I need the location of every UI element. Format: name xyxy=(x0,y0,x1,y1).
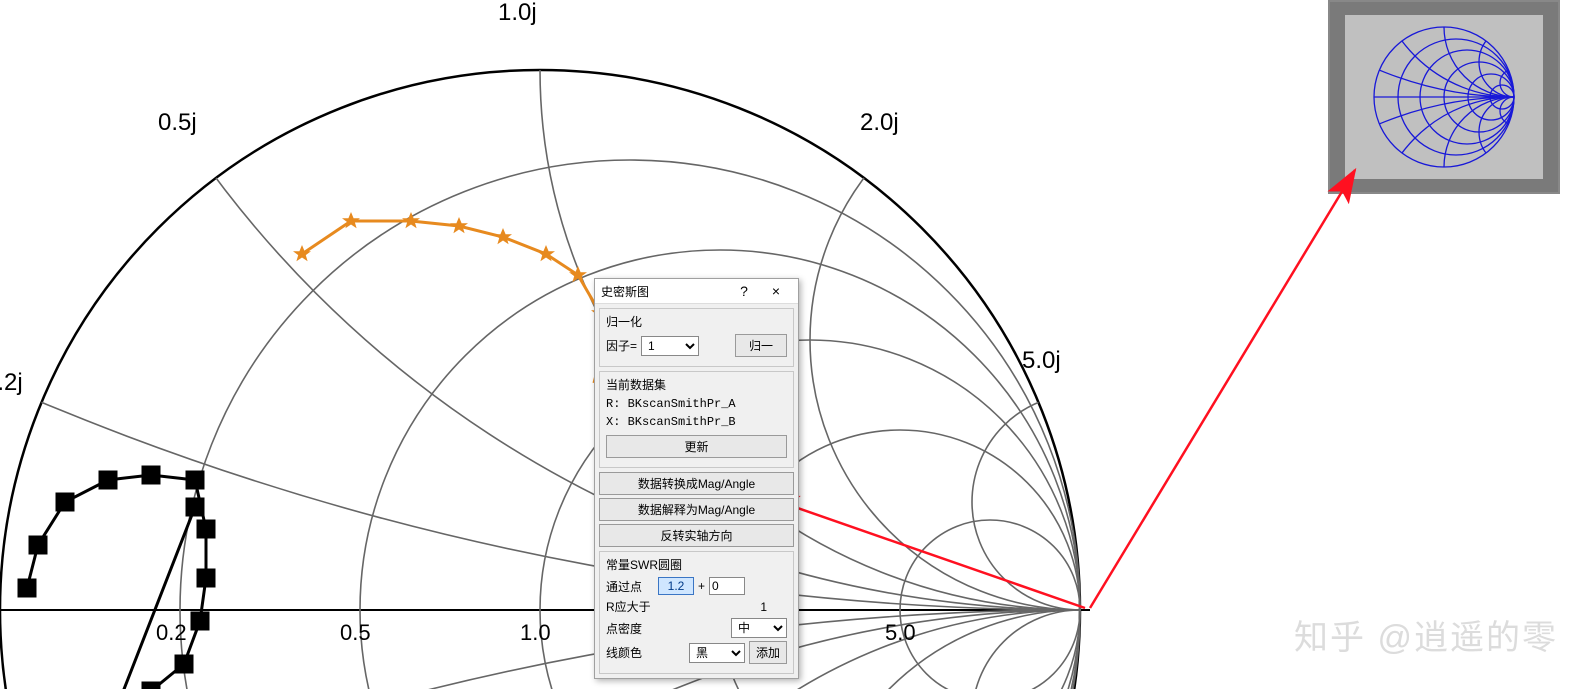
update-button[interactable]: 更新 xyxy=(606,435,787,458)
close-button[interactable]: × xyxy=(760,283,792,299)
label-r50: 5.0 xyxy=(885,620,916,645)
through-point-input-1[interactable] xyxy=(658,577,694,595)
r-greater-label: R应大于 xyxy=(606,598,654,615)
add-button[interactable]: 添加 xyxy=(749,641,787,664)
dialog-title: 史密斯图 xyxy=(601,283,728,300)
label-j50: 5.0j xyxy=(1022,347,1061,374)
smith-thumbnail xyxy=(1345,15,1543,179)
smith-thumbnail-panel[interactable] xyxy=(1328,0,1560,194)
group-normalize-title: 归一化 xyxy=(606,313,787,330)
group-dataset-title: 当前数据集 xyxy=(606,376,787,393)
line-color-select[interactable]: 黑 xyxy=(689,643,745,663)
factor-label: 因子= xyxy=(606,337,637,354)
density-select[interactable]: 中 xyxy=(731,618,787,638)
group-normalize: 归一化 因子= 1 归一 xyxy=(599,308,794,367)
through-point-label: 通过点 xyxy=(606,578,654,595)
convert-magangle-button[interactable]: 数据转换成Mag/Angle xyxy=(599,472,794,495)
label-r02: 0.2 xyxy=(156,620,187,645)
flip-real-axis-button[interactable]: 反转实轴方向 xyxy=(599,524,794,547)
watermark: 知乎 @逍遥的零 xyxy=(1294,610,1558,659)
help-button[interactable]: ? xyxy=(728,283,760,299)
interpret-magangle-button[interactable]: 数据解释为Mag/Angle xyxy=(599,498,794,521)
dialog-titlebar[interactable]: 史密斯图 ? × xyxy=(595,279,798,304)
factor-select[interactable]: 1 xyxy=(641,336,699,356)
label-j20: 2.0j xyxy=(860,109,899,136)
label-r10: 1.0 xyxy=(520,620,551,645)
line-color-label: 线颜色 xyxy=(606,644,654,661)
dataset-r: R: BKscanSmithPr_A xyxy=(606,397,787,411)
group-swr: 常量SWR圆圈 通过点 + R应大于 1 点密度 中 线颜色 黑 添加 xyxy=(599,551,794,674)
smith-dialog: 史密斯图 ? × 归一化 因子= 1 归一 当前数据集 R: BKscanSmi… xyxy=(594,278,799,679)
group-swr-title: 常量SWR圆圈 xyxy=(606,556,787,573)
dataset-x: X: BKscanSmithPr_B xyxy=(606,415,787,429)
through-point-input-2[interactable] xyxy=(709,577,745,595)
density-label: 点密度 xyxy=(606,620,654,637)
label-j10: 1.0j xyxy=(498,0,537,26)
group-dataset: 当前数据集 R: BKscanSmithPr_A X: BKscanSmithP… xyxy=(599,371,794,468)
plus-sign: + xyxy=(698,579,705,593)
normalize-button[interactable]: 归一 xyxy=(735,334,787,357)
label-r05: 0.5 xyxy=(340,620,371,645)
smith-chart-main: 0.2j 0.5j 1.0j 2.0j 5.0j 0.2 0.5 1.0 5.0 xyxy=(0,0,1140,689)
series-a xyxy=(19,467,214,689)
label-j05: 0.5j xyxy=(158,109,197,136)
label-j02: 0.2j xyxy=(0,369,23,396)
r-greater-value: 1 xyxy=(760,600,767,614)
